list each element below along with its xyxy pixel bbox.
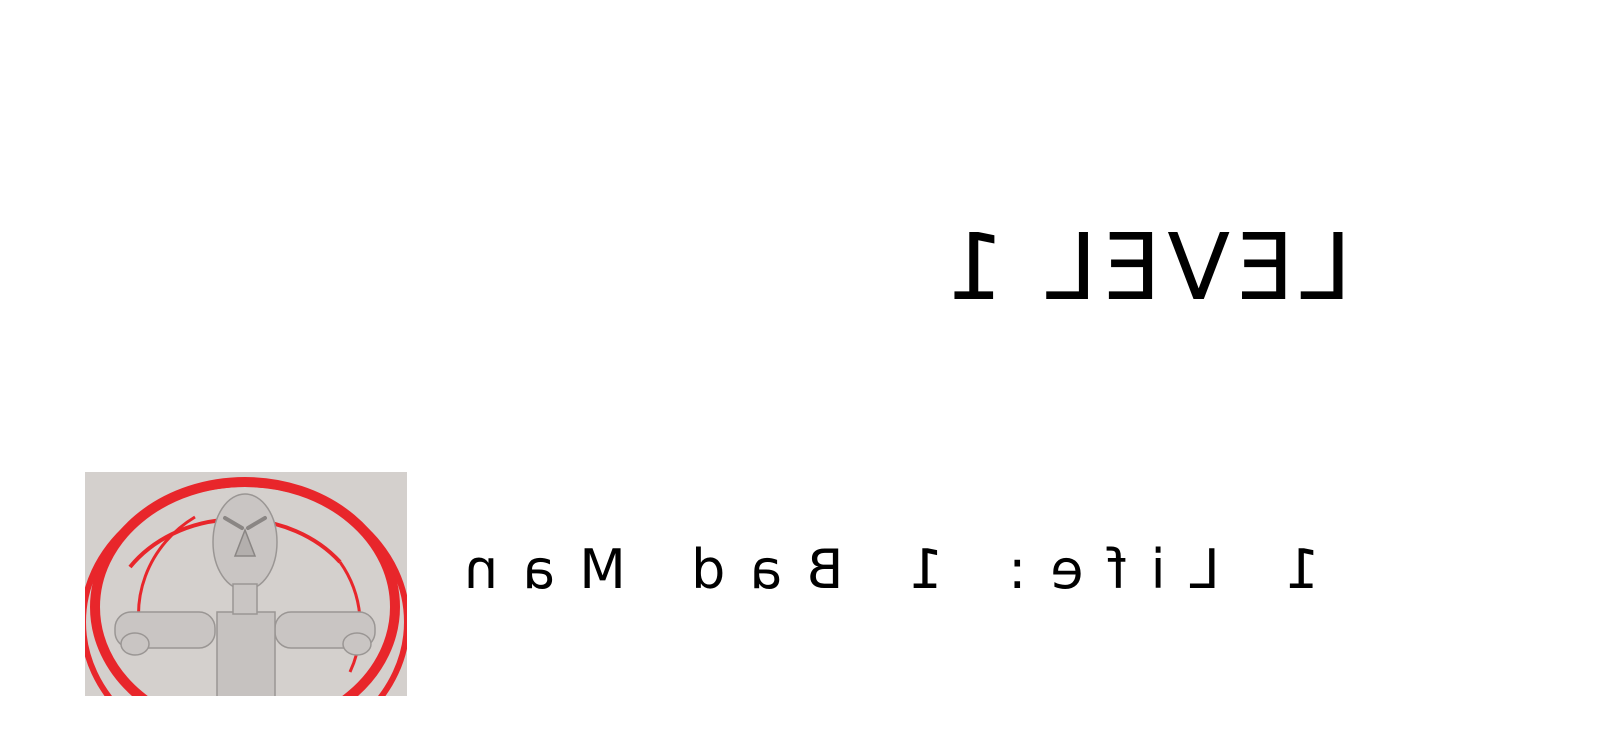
bad-man-icon bbox=[85, 477, 407, 696]
enemy-portrait bbox=[85, 472, 407, 696]
level-title-text: LEVEL 1 bbox=[940, 214, 1352, 321]
level-title: LEVEL 1 bbox=[940, 214, 1351, 321]
level-intro-screen: LEVEL 1 1 Life: 1 Bad Man bbox=[0, 0, 1615, 752]
level-info-text: 1 Life: 1 Bad Man bbox=[440, 538, 1320, 601]
level-info: 1 Life: 1 Bad Man bbox=[440, 538, 1319, 601]
